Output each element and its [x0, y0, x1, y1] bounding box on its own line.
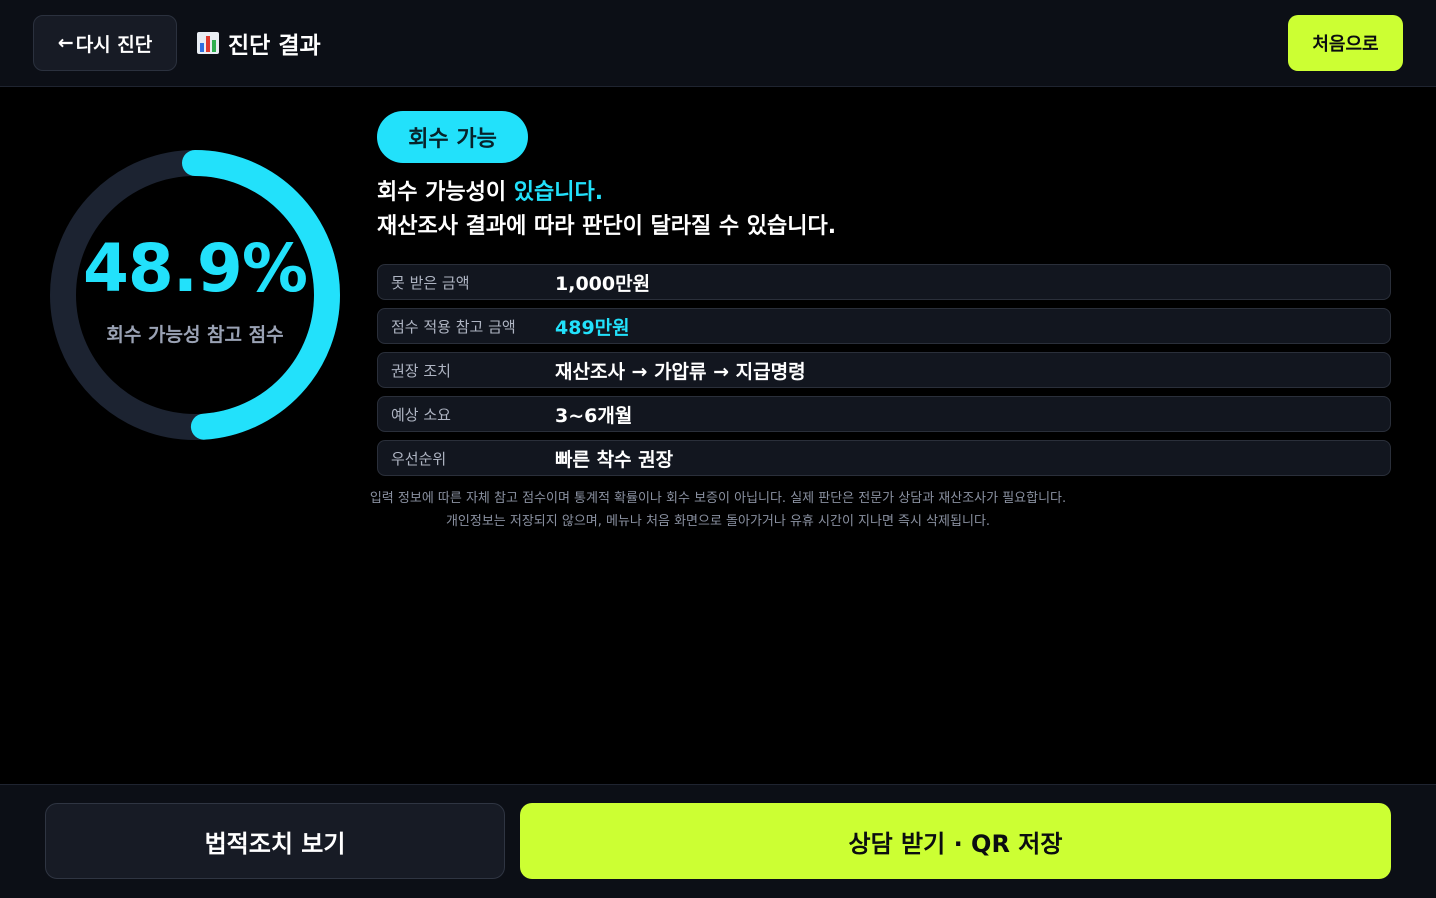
detail-row-expected-duration: 예상 소요 3~6개월 — [377, 396, 1391, 432]
detail-value: 1,000만원 — [555, 272, 651, 295]
headline-line-1: 회수 가능성이 있습니다. — [377, 176, 1177, 210]
top-bar: ← 다시 진단 진단 결과 처음으로 — [0, 0, 1436, 87]
score-gauge: 48.9% 회수 가능성 참고 점수 — [40, 140, 350, 450]
detail-row-unpaid-amount: 못 받은 금액 1,000만원 — [377, 264, 1391, 300]
detail-row-recommended-action: 권장 조치 재산조사 → 가압류 → 지급명령 — [377, 352, 1391, 388]
detail-key: 예상 소요 — [391, 405, 451, 424]
disclaimer-line-2: 개인정보는 저장되지 않으며, 메뉴나 처음 화면으로 돌아가거나 유휴 시간이… — [445, 514, 991, 529]
status-badge: 회수 가능 — [377, 111, 528, 163]
score-value: 48.9% — [83, 230, 308, 307]
page-title-group: 진단 결과 — [196, 24, 321, 62]
headline-highlight: 있습니다. — [513, 180, 604, 205]
back-arrow-icon: ← — [57, 32, 74, 54]
detail-key: 점수 적용 참고 금액 — [391, 317, 516, 336]
detail-value: 빠른 착수 권장 — [555, 448, 674, 471]
detail-row-priority: 우선순위 빠른 착수 권장 — [377, 440, 1391, 476]
score-label: 회수 가능성 참고 점수 — [106, 324, 284, 346]
bar-chart-icon — [197, 32, 219, 54]
disclaimer: 입력 정보에 따른 자체 참고 점수이며 통계적 확률이나 회수 보증이 아닙니… — [0, 487, 1436, 533]
detail-value: 3~6개월 — [555, 404, 633, 427]
detail-value: 재산조사 → 가압류 → 지급명령 — [555, 360, 806, 383]
home-button[interactable]: 처음으로 — [1288, 15, 1403, 71]
back-button[interactable]: ← 다시 진단 — [33, 15, 177, 71]
bottom-action-bar: 법적조치 보기 상담 받기 · QR 저장 — [0, 784, 1436, 898]
detail-key: 권장 조치 — [391, 361, 451, 380]
result-headline: 회수 가능성이 있습니다. 재산조사 결과에 따라 판단이 달라질 수 있습니다… — [377, 176, 1177, 244]
headline-prefix: 회수 가능성이 — [377, 180, 514, 205]
disclaimer-line-1: 입력 정보에 따른 자체 참고 점수이며 통계적 확률이나 회수 보증이 아닙니… — [369, 491, 1067, 506]
page-title: 진단 결과 — [228, 33, 321, 59]
detail-key: 우선순위 — [391, 449, 447, 468]
detail-key: 못 받은 금액 — [391, 273, 470, 292]
detail-row-reference-amount: 점수 적용 참고 금액 489만원 — [377, 308, 1391, 344]
headline-line-2: 재산조사 결과에 따라 판단이 달라질 수 있습니다. — [377, 214, 837, 239]
detail-value: 489만원 — [555, 316, 630, 339]
consult-qr-button[interactable]: 상담 받기 · QR 저장 — [520, 803, 1391, 879]
view-legal-action-button[interactable]: 법적조치 보기 — [45, 803, 505, 879]
back-button-label: 다시 진단 — [75, 33, 153, 56]
result-details: 못 받은 금액 1,000만원 점수 적용 참고 금액 489만원 권장 조치 … — [377, 264, 1391, 484]
